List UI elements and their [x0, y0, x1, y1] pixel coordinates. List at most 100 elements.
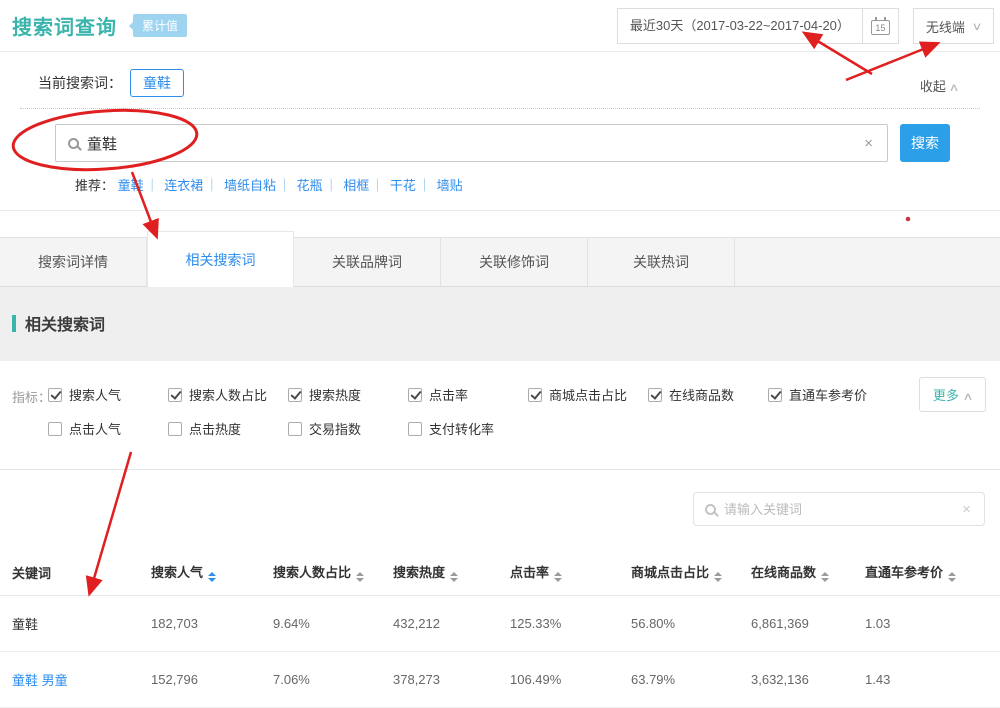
sort-icon[interactable] [821, 572, 829, 582]
recommend-link[interactable]: 连衣裙 [164, 178, 220, 193]
sort-icon[interactable] [208, 572, 216, 582]
chevron-down-icon: ∨ [971, 20, 982, 33]
annotation-dot [906, 217, 911, 222]
calendar-icon: 15 [871, 20, 890, 35]
col-ctr: 点击率 [510, 552, 631, 596]
date-range-text[interactable]: 最近30天（2017-03-22~2017-04-20） [618, 9, 862, 43]
search-input[interactable] [87, 135, 862, 152]
clear-icon[interactable]: × [960, 501, 973, 518]
checkbox-icon[interactable] [648, 388, 662, 402]
sort-icon[interactable] [948, 572, 956, 582]
tab-related-hot-terms[interactable]: 关联热词 [588, 238, 735, 286]
metrics-grid: 搜索人气 搜索人数占比 搜索热度 点击率 商城点击占比 在线商品数 直通车参考价… [48, 385, 988, 438]
checkbox-icon[interactable] [48, 388, 62, 402]
results-table: 关键词 搜索人气 搜索人数占比 搜索热度 点击率 商城点击占比 在线商品数 直通… [0, 552, 1000, 708]
tab-related-modifier-terms[interactable]: 关联修饰词 [441, 238, 588, 286]
metric-searcher-share[interactable]: 搜索人数占比 [168, 385, 288, 404]
terminal-dropdown[interactable]: 无线端 ∨ [913, 8, 994, 44]
checkbox-icon[interactable] [288, 388, 302, 402]
table-row: 童鞋 男童 152,796 7.06% 378,273 106.49% 63.7… [0, 652, 1000, 708]
calendar-button[interactable]: 15 [862, 9, 898, 43]
recommend-row: 推荐： 童鞋 连衣裙 墙纸自粘 花瓶 相框 干花 墙贴 [75, 175, 1000, 194]
value-cell: 7.06% [273, 652, 393, 708]
col-search-heat: 搜索热度 [393, 552, 510, 596]
terminal-label: 无线端 [926, 17, 965, 36]
keyword-filter-input[interactable] [724, 502, 960, 517]
col-mall-click-share: 商城点击占比 [631, 552, 751, 596]
metrics-row-1: 搜索人气 搜索人数占比 搜索热度 点击率 商城点击占比 在线商品数 直通车参考价 [48, 385, 988, 404]
recommend-link[interactable]: 干花 [390, 178, 433, 193]
checkbox-icon[interactable] [408, 388, 422, 402]
checkbox-icon[interactable] [288, 422, 302, 436]
section-title-text: 相关搜索词 [25, 311, 105, 335]
section-band: 相关搜索词 [0, 287, 1000, 361]
checkbox-icon[interactable] [528, 388, 542, 402]
recommend-link[interactable]: 墙纸自粘 [224, 178, 293, 193]
recommend-link[interactable]: 花瓶 [297, 178, 340, 193]
checkbox-icon[interactable] [168, 422, 182, 436]
keyword-cell[interactable]: 童鞋 男童 [0, 652, 151, 708]
search-box: × [55, 124, 888, 162]
metric-payment-conversion[interactable]: 支付转化率 [408, 419, 494, 438]
value-cell: 432,212 [393, 596, 510, 652]
table-header-row: 关键词 搜索人气 搜索人数占比 搜索热度 点击率 商城点击占比 在线商品数 直通… [0, 552, 1000, 596]
tab-related-brand-terms[interactable]: 关联品牌词 [294, 238, 441, 286]
filter-row: × [0, 470, 1000, 526]
tab-related-search-terms[interactable]: 相关搜索词 [147, 231, 294, 287]
keyword-filter-box: × [693, 492, 985, 526]
collapse-label: 收起 [920, 79, 946, 94]
sort-icon[interactable] [450, 572, 458, 582]
section-title-bar [12, 315, 16, 332]
collapse-toggle[interactable]: 收起∧ [920, 76, 958, 95]
value-cell: 9.64% [273, 596, 393, 652]
tab-search-term-detail[interactable]: 搜索词详情 [0, 238, 147, 286]
keyword-cell[interactable]: 童鞋 [0, 596, 151, 652]
header-controls: 最近30天（2017-03-22~2017-04-20） 15 无线端 ∨ [617, 8, 994, 44]
dotted-divider [20, 108, 980, 109]
metric-mall-click-share[interactable]: 商城点击占比 [528, 385, 648, 404]
metric-trade-index[interactable]: 交易指数 [288, 419, 408, 438]
sort-icon[interactable] [554, 572, 562, 582]
search-row: × 搜索 [55, 124, 1000, 162]
metrics-label: 指标： [12, 387, 51, 406]
section-title: 相关搜索词 [12, 311, 1000, 335]
metric-search-popularity[interactable]: 搜索人气 [48, 385, 168, 404]
value-cell: 1.43 [865, 652, 1000, 708]
metric-ctr[interactable]: 点击率 [408, 385, 528, 404]
search-button[interactable]: 搜索 [900, 124, 950, 162]
checkbox-icon[interactable] [168, 388, 182, 402]
recommend-link[interactable]: 相框 [343, 178, 386, 193]
page-title: 搜索词查询 [12, 11, 117, 40]
date-range-picker[interactable]: 最近30天（2017-03-22~2017-04-20） 15 [617, 8, 899, 44]
chevron-up-icon: ∧ [962, 390, 973, 403]
value-cell: 63.79% [631, 652, 751, 708]
sort-icon[interactable] [714, 572, 722, 582]
clear-icon[interactable]: × [862, 135, 875, 152]
current-term-label: 当前搜索词： [38, 73, 122, 93]
value-cell: 125.33% [510, 596, 631, 652]
checkbox-icon[interactable] [408, 422, 422, 436]
metric-online-items[interactable]: 在线商品数 [648, 385, 768, 404]
sort-icon[interactable] [356, 572, 364, 582]
col-search-popularity: 搜索人气 [151, 552, 273, 596]
metric-ztc-ref-price[interactable]: 直通车参考价 [768, 385, 867, 404]
metric-search-heat[interactable]: 搜索热度 [288, 385, 408, 404]
value-cell: 56.80% [631, 596, 751, 652]
search-icon [705, 504, 716, 515]
value-cell: 152,796 [151, 652, 273, 708]
recommend-label: 推荐： [75, 178, 114, 193]
chevron-up-icon: ∧ [948, 81, 959, 94]
metric-click-heat[interactable]: 点击热度 [168, 419, 288, 438]
current-term-button[interactable]: 童鞋 [130, 69, 184, 97]
current-term-row: 当前搜索词： 童鞋 [0, 68, 1000, 98]
checkbox-icon[interactable] [48, 422, 62, 436]
checkbox-icon[interactable] [768, 388, 782, 402]
recommend-link[interactable]: 童鞋 [118, 178, 161, 193]
recommend-link[interactable]: 墙贴 [437, 178, 463, 193]
value-cell: 1.03 [865, 596, 1000, 652]
metrics-area: 指标： 搜索人气 搜索人数占比 搜索热度 点击率 商城点击占比 在线商品数 直通… [0, 361, 1000, 469]
more-button[interactable]: 更多∧ [919, 377, 986, 412]
tab-bar: 搜索词详情 相关搜索词 关联品牌词 关联修饰词 关联热词 [0, 237, 1000, 287]
query-panel: 当前搜索词： 童鞋 收起∧ × 搜索 推荐： 童鞋 连衣裙 墙纸自粘 花瓶 相框… [0, 52, 1000, 211]
metric-click-popularity[interactable]: 点击人气 [48, 419, 168, 438]
